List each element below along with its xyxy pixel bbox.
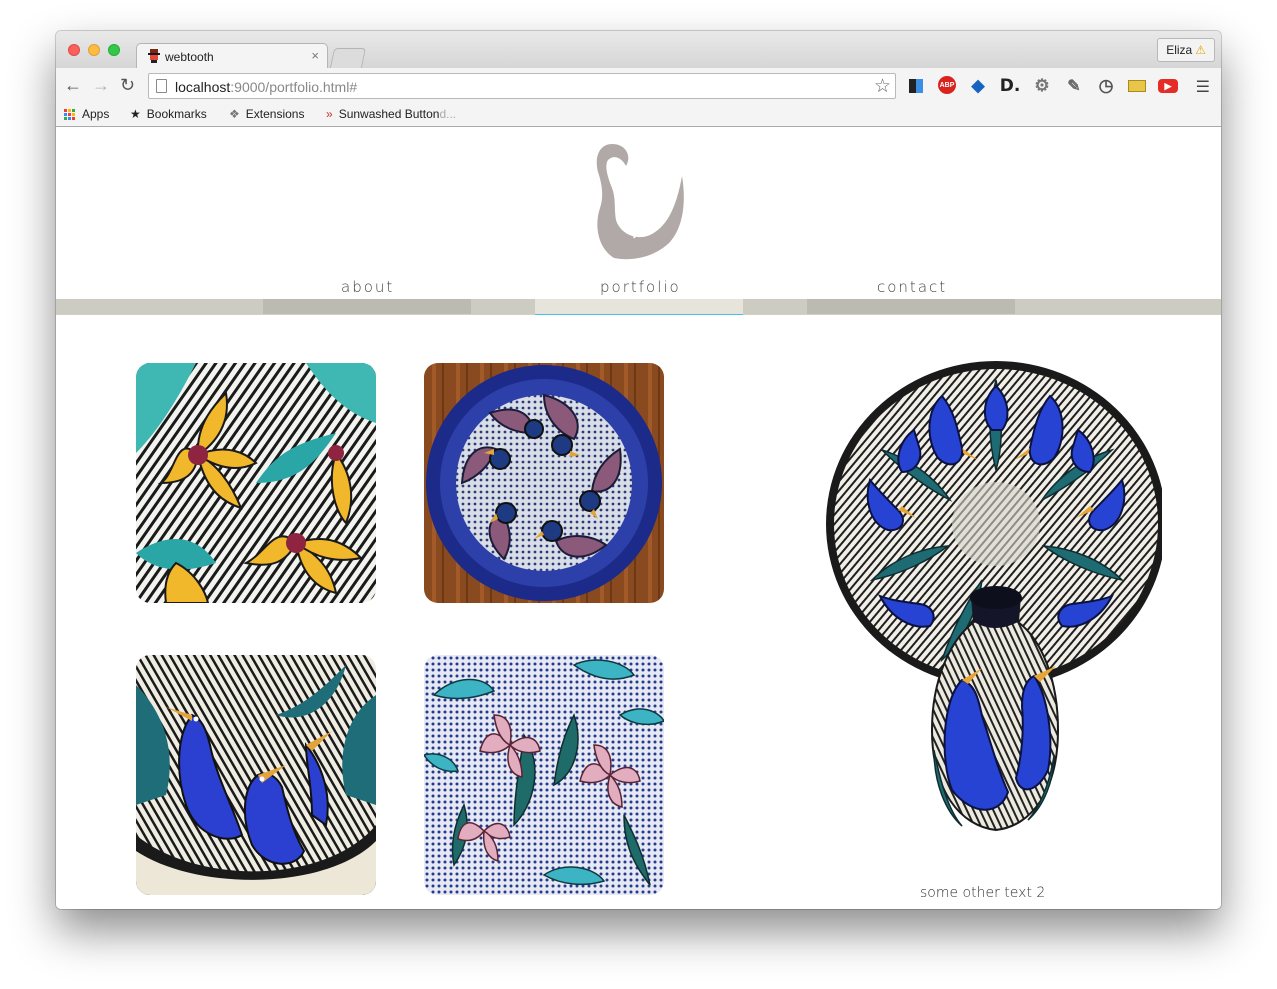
adblock-plus-icon[interactable]: ABP (938, 76, 956, 94)
strip-segment (471, 299, 535, 314)
bookmark-label-fade: d... (439, 107, 457, 121)
gallery-thumb-duck-plate[interactable] (424, 363, 664, 603)
tab-strip: webtooth × Eliza ⚠ (56, 31, 1221, 68)
url-host: localhost (175, 79, 231, 95)
bookmark-label: Extensions (245, 107, 305, 121)
strip-segment (1015, 299, 1221, 314)
url-path: :9000/portfolio.html# (230, 79, 358, 95)
bookmark-label: Apps (82, 107, 110, 121)
address-bar[interactable]: localhost:9000/portfolio.html# ☆ (148, 73, 896, 99)
reload-icon[interactable]: ↻ (120, 73, 135, 97)
gallery-thumb-yellow-flowers[interactable] (136, 363, 376, 603)
zoom-window-button[interactable] (108, 44, 120, 56)
minimize-window-button[interactable] (88, 44, 100, 56)
bookmark-extensions[interactable]: ❖ Extensions (229, 107, 304, 121)
d-icon[interactable]: D. (1000, 76, 1021, 96)
close-window-button[interactable] (68, 44, 80, 56)
bookmark-star-icon[interactable]: ☆ (874, 75, 891, 98)
page-content: about portfolio contact some other text … (56, 128, 1221, 909)
profile-button[interactable]: Eliza ⚠ (1157, 38, 1215, 62)
url-text: localhost:9000/portfolio.html# (175, 79, 357, 95)
gallery-thumb-hummingbird-lily[interactable] (424, 655, 664, 895)
bookmark-bookmarks[interactable]: ★ Bookmarks (130, 107, 207, 121)
ext-blue-diamond-icon[interactable]: ◆ (968, 76, 988, 96)
active-nav-indicator (535, 299, 743, 315)
bookmark-label: Sunwashed Button (338, 107, 440, 121)
warning-icon: ⚠ (1195, 43, 1206, 57)
apps-grid-icon (64, 108, 75, 120)
gallery-thumb-heron-platter[interactable] (136, 655, 376, 895)
new-tab-button[interactable] (329, 48, 367, 68)
ruler-ext-icon[interactable] (1128, 80, 1146, 92)
strip-segment (56, 299, 263, 314)
featured-heron-plate-vase[interactable] (822, 360, 1162, 860)
toolbar: ← → ↻ localhost:9000/portfolio.html# ☆ A… (56, 68, 1221, 103)
extension-icons: ABP ◆ D. ⚙ ✎ ◷ ▶ (906, 76, 1190, 96)
star-icon: ★ (130, 107, 141, 121)
webtooth-favicon-icon (148, 49, 160, 63)
gear-ext-icon[interactable]: ⚙ (1032, 76, 1052, 96)
nav-contact[interactable]: contact (877, 278, 947, 296)
page-icon (156, 79, 167, 93)
browser-window: webtooth × Eliza ⚠ ← → ↻ localhost:9000/p… (56, 31, 1221, 909)
timer-ext-icon[interactable]: ◷ (1096, 76, 1116, 96)
pen-ext-icon[interactable]: ✎ (1064, 76, 1084, 96)
bookmark-apps[interactable]: Apps (64, 107, 109, 121)
feature-caption: some other text 2 (920, 885, 1046, 901)
forward-arrow-icon[interactable]: → (92, 73, 110, 97)
bookmark-label: Bookmarks (146, 107, 207, 121)
strip-segment (263, 299, 471, 314)
close-tab-icon[interactable]: × (311, 48, 319, 63)
nav-strip (56, 299, 1221, 315)
profile-name: Eliza (1166, 43, 1193, 57)
menu-icon[interactable]: ☰ (1196, 77, 1210, 97)
chevrons-icon: » (326, 107, 333, 121)
nav-portfolio[interactable]: portfolio (600, 278, 681, 296)
bookmarks-bar: Apps ★ Bookmarks ❖ Extensions » Sunwashe… (56, 103, 1221, 127)
strip-segment (807, 299, 1015, 314)
youtube-icon[interactable]: ▶ (1158, 79, 1178, 93)
nav-about[interactable]: about (341, 278, 394, 296)
swan-logo[interactable] (590, 138, 686, 260)
back-arrow-icon[interactable]: ← (64, 73, 82, 97)
tab-title: webtooth (165, 50, 214, 64)
strip-segment (743, 299, 807, 314)
tab-webtooth[interactable]: webtooth × (136, 43, 328, 68)
bookmark-sunwashed[interactable]: » Sunwashed Button d... (326, 107, 456, 121)
delicious-icon[interactable] (909, 79, 923, 93)
puzzle-icon: ❖ (229, 107, 240, 121)
